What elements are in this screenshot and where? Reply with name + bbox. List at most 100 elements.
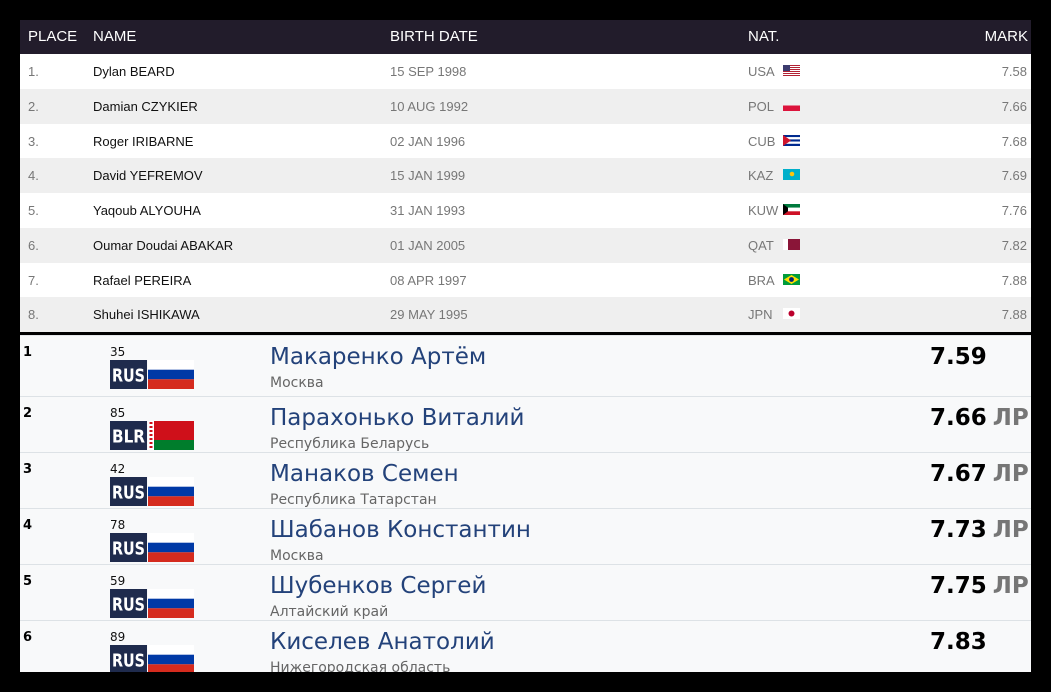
- nationality-cell: JPN: [748, 307, 773, 323]
- nationality-cell: BRA: [748, 272, 775, 288]
- birth-date-cell: 08 APR 1997: [390, 272, 467, 288]
- record-badge: ЛР: [992, 573, 1029, 599]
- athlete-region: Республика Беларусь: [270, 436, 430, 452]
- athlete-name-link[interactable]: Shuhei ISHIKAWA: [93, 307, 200, 322]
- athlete-name-link[interactable]: Rafael PEREIRA: [93, 273, 191, 288]
- mark-cell: 7.88: [1001, 272, 1027, 288]
- header-birth-date[interactable]: BIRTH DATE: [390, 28, 478, 45]
- result-position: 5: [23, 574, 33, 589]
- country-code-label: RUS: [112, 483, 145, 504]
- athlete-region: Москва: [270, 375, 324, 391]
- athlete-name-link[interactable]: Манаков Семен: [270, 461, 459, 487]
- result-position: 2: [23, 406, 33, 421]
- result-position: 6: [23, 630, 33, 645]
- header-mark[interactable]: MARK: [985, 28, 1028, 45]
- place-cell: 3.: [28, 133, 39, 149]
- athlete-name-link[interactable]: Yaqoub ALYOUHA: [93, 203, 201, 218]
- table-row[interactable]: 2. Damian CZYKIER 10 AUG 1992 POL 7.66: [20, 88, 1031, 124]
- result-mark: 7.67 ЛР: [930, 461, 1029, 487]
- place-cell: 7.: [28, 272, 39, 288]
- header-name[interactable]: NAME: [93, 28, 136, 45]
- athlete-region: Нижегородская область: [270, 660, 451, 672]
- nationality-cell: QAT: [748, 237, 774, 253]
- blr-flag-icon: BLR: [110, 421, 194, 450]
- place-cell: 6.: [28, 237, 39, 253]
- place-cell: 4.: [28, 168, 39, 184]
- athlete-name-link[interactable]: Шабанов Константин: [270, 517, 531, 543]
- bib-number: 35: [110, 345, 126, 359]
- mark-cell: 7.88: [1001, 307, 1027, 323]
- athlete-name-link[interactable]: Парахонько Виталий: [270, 405, 524, 431]
- country-code-label: RUS: [112, 539, 145, 560]
- usa-flag-icon: [783, 64, 800, 77]
- place-cell: 8.: [28, 307, 39, 323]
- mark-cell: 7.58: [1001, 64, 1027, 79]
- birth-date-cell: 29 MAY 1995: [390, 307, 468, 323]
- country-code-label: RUS: [112, 595, 145, 616]
- birth-date-cell: 15 JAN 1999: [390, 168, 466, 184]
- result-entry: 3 42 Манаков Семен Республика Татарстан RUS 7…: [20, 452, 1031, 508]
- record-badge: ЛР: [992, 405, 1029, 431]
- national-results-list: 1 35 Макаренко Артём Москва RUS 7.59 2 85 Парахо…: [20, 335, 1031, 672]
- jpn-flag-icon: [783, 307, 800, 320]
- table-body: 1. Dylan BEARD 15 SEP 1998 USA 7.58 2. Damian …: [20, 54, 1031, 332]
- athlete-name-link[interactable]: Dylan BEARD: [93, 64, 175, 79]
- table-row[interactable]: 1. Dylan BEARD 15 SEP 1998 USA 7.58: [20, 54, 1031, 89]
- place-cell: 2.: [28, 98, 39, 114]
- bib-number: 42: [110, 462, 126, 476]
- country-code-label: RUS: [112, 366, 145, 387]
- table-row[interactable]: 7. Rafael PEREIRA 08 APR 1997 BRA 7.88: [20, 263, 1031, 298]
- mark-cell: 7.66: [1001, 98, 1027, 114]
- pol-flag-icon: [783, 99, 800, 111]
- table-row[interactable]: 8. Shuhei ISHIKAWA 29 MAY 1995 JPN 7.88: [20, 297, 1031, 332]
- header-place[interactable]: PLACE: [28, 28, 77, 45]
- athlete-name-link[interactable]: Damian CZYKIER: [93, 99, 198, 114]
- birth-date-cell: 10 AUG 1992: [390, 98, 469, 114]
- result-mark: 7.59: [930, 344, 987, 370]
- athlete-name-link[interactable]: Roger IRIBARNE: [93, 134, 193, 149]
- nationality-cell: USA: [748, 64, 775, 79]
- header-nationality[interactable]: NAT.: [748, 28, 779, 45]
- cub-flag-icon: [783, 134, 800, 146]
- qat-flag-icon: [783, 238, 800, 250]
- athlete-name-link[interactable]: Киселев Анатолий: [270, 629, 495, 655]
- table-header: PLACE NAME BIRTH DATE NAT. MARK: [20, 20, 1031, 54]
- record-badge: ЛР: [992, 517, 1029, 543]
- result-entry: 4 78 Шабанов Константин Москва RUS 7.73 ЛР: [20, 508, 1031, 564]
- result-position: 4: [23, 518, 33, 533]
- rus-flag-icon: RUS: [110, 477, 194, 506]
- table-row[interactable]: 3. Roger IRIBARNE 02 JAN 1996 CUB 7.68: [20, 124, 1031, 159]
- table-row[interactable]: 4. David YEFREMOV 15 JAN 1999 KAZ 7.69: [20, 158, 1031, 193]
- nationality-cell: CUB: [748, 133, 776, 149]
- bib-number: 89: [110, 630, 126, 644]
- result-value: 7.83: [930, 629, 987, 655]
- world-results-table: PLACE NAME BIRTH DATE NAT. MARK 1. Dylan …: [20, 20, 1031, 332]
- athlete-name-link[interactable]: Шубенков Сергей: [270, 573, 486, 599]
- rus-flag-icon: RUS: [110, 645, 194, 672]
- country-code-label: RUS: [112, 651, 145, 672]
- athlete-name-link[interactable]: David YEFREMOV: [93, 168, 203, 183]
- athlete-region: Алтайский край: [270, 604, 389, 620]
- table-row[interactable]: 6. Oumar Doudai ABAKAR 01 JAN 2005 QAT 7.82: [20, 227, 1031, 263]
- place-cell: 1.: [28, 64, 39, 79]
- rus-flag-icon: RUS: [110, 533, 194, 562]
- mark-cell: 7.69: [1001, 168, 1027, 184]
- table-row[interactable]: 5. Yaqoub ALYOUHA 31 JAN 1993 KUW 7.76: [20, 193, 1031, 228]
- result-entry: 2 85 Парахонько Виталий Республика Беларусь…: [20, 396, 1031, 452]
- record-badge: ЛР: [992, 461, 1029, 487]
- kuw-flag-icon: [783, 203, 800, 215]
- result-mark: 7.75 ЛР: [930, 573, 1029, 599]
- bib-number: 59: [110, 574, 126, 588]
- athlete-name-link[interactable]: Макаренко Артём: [270, 344, 486, 370]
- athlete-region: Москва: [270, 548, 324, 564]
- mark-cell: 7.76: [1001, 203, 1027, 218]
- birth-date-cell: 02 JAN 1996: [390, 133, 466, 149]
- result-position: 3: [23, 462, 33, 477]
- result-value: 7.66: [930, 405, 987, 431]
- bra-flag-icon: [783, 273, 800, 285]
- rus-flag-icon: RUS: [110, 360, 194, 389]
- mark-cell: 7.82: [1001, 237, 1027, 253]
- bib-number: 85: [110, 406, 126, 420]
- athlete-name-link[interactable]: Oumar Doudai ABAKAR: [93, 238, 233, 253]
- nationality-cell: KAZ: [748, 168, 774, 184]
